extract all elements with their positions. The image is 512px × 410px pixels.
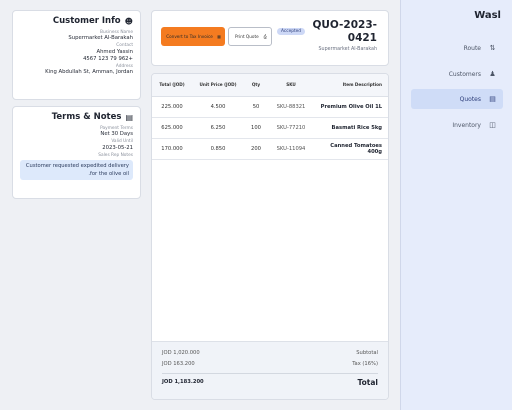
row-total: 225.000 — [152, 96, 192, 118]
address-value: King Abdullah St, Amman, Jordan — [45, 69, 133, 76]
items-table: Total (JOD) Unit Price (JOD) Qty SKU Ite… — [152, 74, 388, 160]
row-description: Premium Olive Oil 1L — [314, 96, 388, 118]
sidebar: Wasl Route ⇅ Customers ♟ Quotes ▤ Invent… — [400, 0, 512, 410]
customer-info-title: Customer Info ☻ — [52, 16, 133, 26]
printer-icon: ⎙ — [263, 33, 267, 39]
total-row: JOD 1,183.200 Total — [162, 373, 378, 388]
row-qty: 50 — [244, 96, 268, 118]
row-unit-price: 6.250 — [192, 117, 244, 139]
row-sku: SKU-88321 — [268, 96, 314, 118]
column-header-description: Item Description — [314, 74, 388, 97]
convert-to-tax-invoice-button[interactable]: Convert to Tax Invoice ▦ — [161, 27, 225, 46]
column-header-unit-price: Unit Price (JOD) — [192, 74, 244, 97]
row-unit-price: 4.500 — [192, 96, 244, 118]
table-row: 625.000 6.250 100 SKU-77210 Basmati Rice… — [152, 117, 388, 139]
brand-logo: Wasl — [474, 10, 501, 21]
quote-header-card: Convert to Tax Invoice ▦ Print Quote ⎙ A… — [151, 10, 389, 66]
user-icon: ☻ — [124, 16, 133, 26]
quote-items-card: Total (JOD) Unit Price (JOD) Qty SKU Ite… — [151, 73, 389, 400]
row-qty: 200 — [244, 138, 268, 160]
row-sku: SKU-11094 — [268, 138, 314, 160]
tax-value: JOD 163.200 — [162, 361, 195, 367]
tax-row: JOD 163.200 Tax (16%) — [162, 359, 378, 370]
column-header-qty: Qty — [244, 74, 268, 97]
subtotal-row: JOD 1,020.000 Subtotal — [162, 348, 378, 359]
notes-icon: ▤ — [125, 112, 133, 122]
customers-icon: ♟ — [489, 70, 496, 78]
rep-notes-label: Sales Rep Notes — [98, 152, 133, 158]
contact-name: Ahmed Yassin — [96, 48, 133, 55]
column-header-total: Total (JOD) — [152, 74, 192, 97]
route-icon: ⇅ — [489, 44, 496, 52]
table-header-row: Total (JOD) Unit Price (JOD) Qty SKU Ite… — [152, 74, 388, 97]
subtotal-label: Subtotal — [356, 350, 378, 356]
rep-notes-value: Customer requested expedited delivery fo… — [20, 160, 133, 181]
table-row: 225.000 4.500 50 SKU-88321 Premium Olive… — [152, 96, 388, 118]
sidebar-item-inventory[interactable]: Inventory ◫ — [411, 115, 503, 135]
sidebar-item-label: Route — [463, 44, 481, 52]
quotes-icon: ▤ — [489, 95, 496, 103]
table-row: 170.000 0.850 200 SKU-11094 Canned Tomat… — [152, 138, 388, 160]
row-description: Basmati Rice 5kg — [314, 117, 388, 139]
sidebar-item-route[interactable]: Route ⇅ — [411, 38, 503, 58]
contact-phone: 4567 123 79 962+ — [83, 55, 133, 62]
column-header-sku: SKU — [268, 74, 314, 97]
sidebar-item-label: Customers — [448, 70, 481, 78]
row-total: 625.000 — [152, 117, 192, 139]
valid-until-value: 2023-05-21 — [102, 144, 133, 151]
status-badge: Accepted — [277, 28, 306, 35]
totals-panel: JOD 1,020.000 Subtotal JOD 163.200 Tax (… — [152, 341, 388, 399]
row-qty: 100 — [244, 117, 268, 139]
row-sku: SKU-77210 — [268, 117, 314, 139]
subtotal-value: JOD 1,020.000 — [162, 350, 200, 356]
quote-number: QUO-2023-0421 — [312, 19, 377, 44]
print-quote-button[interactable]: Print Quote ⎙ — [228, 27, 272, 46]
inventory-icon: ◫ — [489, 121, 496, 129]
business-name-value: Supermarket Al-Barakah — [68, 35, 133, 42]
row-total: 170.000 — [152, 138, 192, 160]
payment-terms-value: Net 30 Days — [100, 131, 133, 138]
terms-notes-card: Terms & Notes ▤ Payment Terms Net 30 Day… — [12, 106, 141, 199]
sidebar-item-label: Inventory — [452, 121, 481, 129]
sidebar-item-label: Quotes — [459, 95, 481, 103]
total-label: Total — [357, 378, 379, 387]
invoice-icon: ▦ — [217, 33, 221, 39]
sidebar-item-customers[interactable]: Customers ♟ — [411, 64, 503, 84]
customer-info-card: Customer Info ☻ Business Name Supermarke… — [12, 10, 141, 100]
terms-notes-title: Terms & Notes ▤ — [51, 112, 133, 122]
row-unit-price: 0.850 — [192, 138, 244, 160]
sidebar-item-quotes[interactable]: Quotes ▤ — [411, 89, 503, 109]
tax-label: Tax (16%) — [352, 361, 378, 367]
quote-customer-name: Supermarket Al-Barakah — [318, 47, 377, 52]
total-value: JOD 1,183.200 — [162, 379, 204, 385]
row-description: Canned Tomatoes 400g — [314, 138, 388, 160]
